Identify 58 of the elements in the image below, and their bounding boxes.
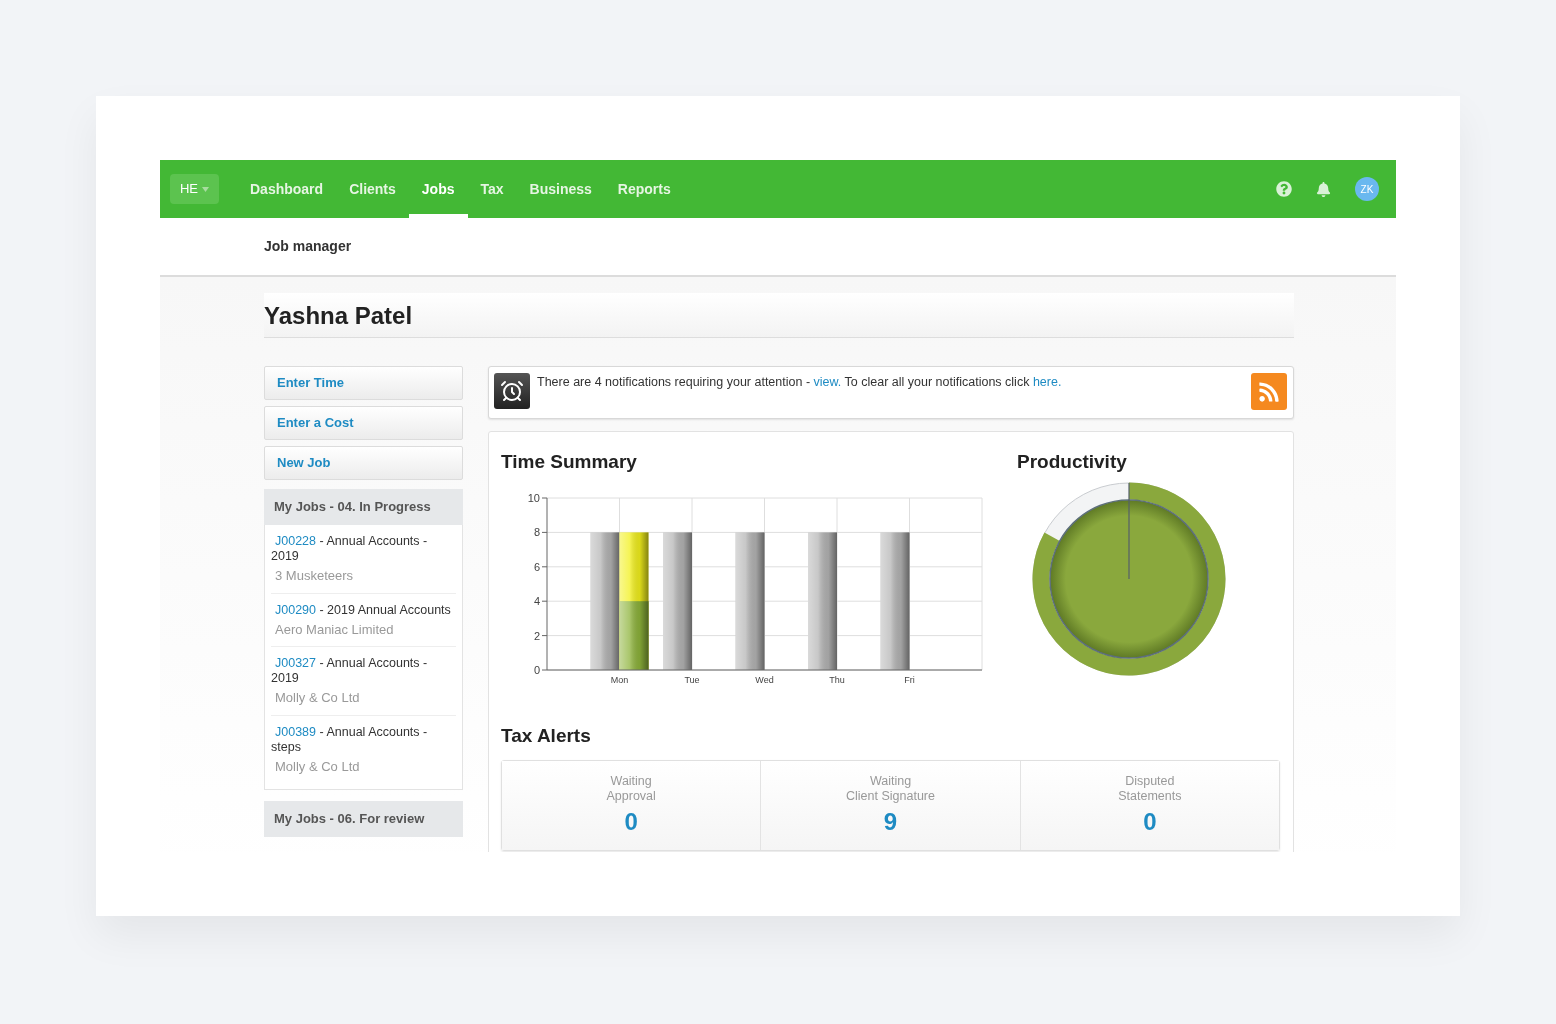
page-title: Job manager [264, 237, 352, 256]
job-code-link[interactable]: J00389 [271, 724, 316, 739]
x-tick-label: Thu [829, 674, 845, 685]
job-code-link[interactable]: J00327 [271, 656, 316, 670]
job-title: J00228 - Annual Accounts - 2019 [271, 534, 429, 564]
user-avatar[interactable]: ZK [1355, 177, 1379, 201]
job-title: J00327 - Annual Accounts - 2019 [271, 656, 429, 686]
section-title: Productivity [1017, 450, 1128, 474]
action-button[interactable]: Enter Time [264, 366, 463, 400]
y-tick-label: 2 [533, 629, 540, 642]
client-name: Yashna Patel [264, 300, 413, 331]
job-code-link[interactable]: J00290 [271, 602, 316, 617]
nav-tab[interactable]: Business [516, 160, 605, 218]
action-button[interactable]: Enter a Cost [264, 406, 463, 440]
section-title: Tax Alerts [501, 723, 592, 748]
account-menu-button[interactable]: HE [170, 174, 219, 204]
view-link[interactable]: view. [813, 375, 842, 389]
tax-alert-count: 0 [1143, 808, 1157, 836]
rss-icon[interactable] [1251, 373, 1287, 410]
tax-alert-tile[interactable]: Waiting Approval 0 [502, 761, 761, 850]
tax-alert-label: Waiting Client Signature [846, 774, 935, 804]
job-title: J00290 - 2019 Annual Accounts [271, 602, 456, 618]
nav-tab[interactable]: Jobs [408, 160, 468, 218]
job-client: Molly & Co Ltd [274, 689, 361, 707]
nav-tab[interactable]: Dashboard [237, 160, 337, 218]
notification-text: There are 4 notifications requiring your attention - view. To clear all your notifications click here. [537, 374, 1062, 391]
section-title: Time Summary [501, 450, 638, 474]
help-icon[interactable] [1276, 181, 1292, 197]
x-tick-label: Wed [755, 674, 774, 685]
notifications-icon[interactable] [1316, 181, 1331, 197]
tax-alert-count: 9 [883, 808, 898, 836]
nav-tab[interactable]: Clients [336, 160, 409, 218]
tax-alert-label: Waiting Approval [606, 774, 656, 804]
tax-alert-tile[interactable]: Disputed Statements 0 [1019, 761, 1279, 850]
job-group-header: My Jobs - 06. For review [264, 801, 463, 837]
job-title: J00389 - Annual Accounts - steps [271, 724, 429, 755]
tax-alert-count: 0 [624, 808, 638, 836]
nav-tab[interactable]: Tax [467, 160, 517, 218]
alarm-clock-icon [494, 373, 530, 409]
job-client: 3 Musketeers [274, 567, 355, 585]
tax-alert-label: Disputed Statements [1118, 774, 1182, 804]
job-code-link[interactable]: J00228 [271, 534, 316, 548]
nav-tab[interactable]: Reports [604, 160, 684, 218]
x-tick-label: Fri [904, 674, 915, 685]
y-tick-label: 6 [533, 560, 540, 573]
y-tick-label: 10 [527, 491, 540, 504]
caret-icon [202, 186, 210, 192]
job-client: Molly & Co Ltd [274, 757, 361, 776]
action-button[interactable]: New Job [264, 446, 463, 480]
here-link[interactable]: here. [1032, 375, 1062, 389]
x-tick-label: Tue [684, 674, 700, 685]
job-group-header: My Jobs - 04. In Progress [264, 489, 463, 525]
x-tick-label: Mon [610, 674, 629, 685]
y-tick-label: 4 [533, 594, 540, 607]
tax-alert-tile[interactable]: Waiting Client Signature 9 [760, 761, 1020, 850]
y-tick-label: 0 [533, 663, 540, 676]
y-tick-label: 8 [533, 525, 540, 538]
job-client: Aero Maniac Limited [274, 620, 395, 639]
